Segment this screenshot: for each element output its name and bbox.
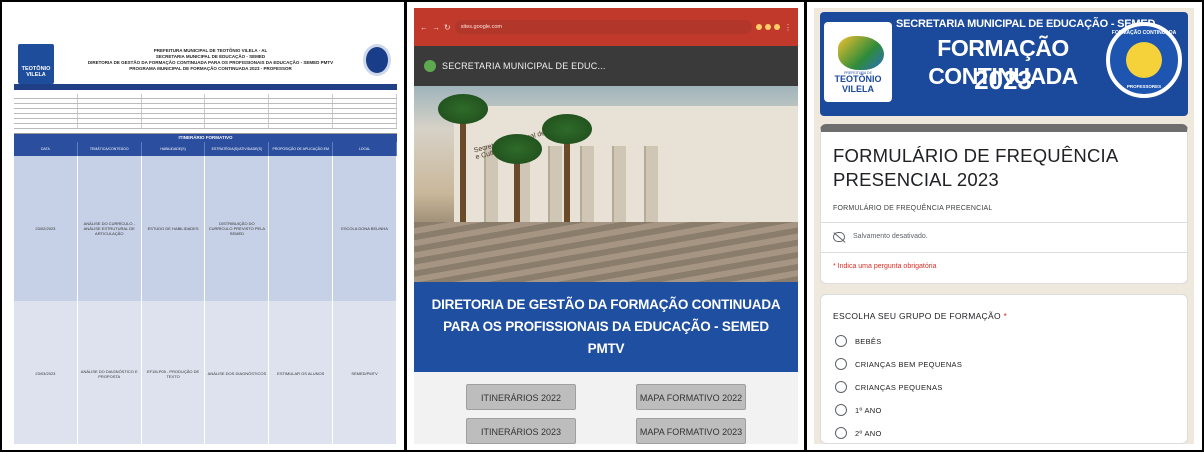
column-header: HABILIDADE(S) [142, 142, 206, 156]
radio-button[interactable] [835, 404, 847, 416]
seal-text-bottom: PROFESSORES [1126, 84, 1162, 89]
address-bar[interactable]: sites.google.com [454, 20, 752, 34]
table-cell: ANÁLISE DOS DIAGNÓSTICOS [205, 301, 270, 444]
button-area: ITINERÁRIOS 2022 MAPA FORMATIVO 2022 ITI… [414, 372, 798, 444]
table-cell: ESCOLA DONA BELINHA [333, 156, 397, 301]
building-photo: Secretaria Municipal de Educação e Cultu… [414, 86, 798, 282]
option-label: CRIANÇAS PEQUENAS [855, 382, 943, 392]
formacao-seal-icon: FORMAÇÃO CONTINUADA PROFESSORES [1106, 22, 1182, 98]
divider-right [804, 0, 807, 452]
itinerarios-2022-button[interactable]: ITINERÁRIOS 2022 [466, 384, 576, 410]
site-header: SECRETARIA MUNICIPAL DE EDUC... [414, 46, 798, 86]
sheet-title-line: PROGRAMA MUNICIPAL DE FORMAÇÃO CONTINUAD… [129, 66, 292, 71]
column-header: PROPOSIÇÃO DE APLICAÇÃO EM SALA [269, 142, 334, 165]
option-label: CRIANÇAS BEM PEQUENAS [855, 359, 963, 369]
column-header: DATA [14, 142, 78, 156]
sheet-title-bar [14, 84, 397, 90]
table-cell: 23/03/2023 [14, 301, 78, 444]
radio-option[interactable]: CRIANÇAS BEM PEQUENAS [835, 358, 962, 370]
table-row: 23/02/2023 ANÁLISE DO CURRÍCULO - ANÁLIS… [14, 156, 397, 301]
table-cell: EF15LP05 - PRODUÇÃO DE TEXTO [142, 301, 206, 444]
table-cell: ANÁLISE DO DIAGNÓSTICO E PROPOSTA [78, 301, 142, 444]
radio-option[interactable]: 1º ANO [835, 404, 882, 416]
table-row: 23/03/2023 ANÁLISE DO DIAGNÓSTICO E PROP… [14, 301, 397, 444]
seal-text-top: FORMAÇÃO CONTINUADA [1111, 30, 1177, 36]
radio-option[interactable]: BEBÊS [835, 335, 882, 347]
radio-option[interactable]: CRIANÇAS PEQUENAS [835, 381, 943, 393]
table-cell: ANÁLISE DO CURRÍCULO - ANÁLISE ESTRUTURA… [78, 156, 142, 301]
browser-toolbar: ← → ↻ sites.google.com ⋮ [414, 8, 798, 46]
cloud-off-icon [833, 232, 845, 242]
itinerarios-2023-button[interactable]: ITINERÁRIOS 2023 [466, 418, 576, 444]
table-cell: 23/02/2023 [14, 156, 78, 301]
reload-icon[interactable]: ↻ [444, 23, 451, 32]
itinerary-header: ITINERÁRIO FORMATIVO [14, 134, 397, 142]
option-label: 2º ANO [855, 428, 882, 438]
radio-option[interactable]: 2º ANO [835, 427, 882, 439]
radio-button[interactable] [835, 381, 847, 393]
column-header: TEMÁTICA/CONTEÚDO [78, 142, 142, 156]
column-header: LOCAL [333, 142, 397, 156]
save-status: Salvamento desativado. [853, 233, 928, 240]
table-cell: SEMED/PMTV [333, 301, 397, 444]
extensions-icons[interactable] [756, 24, 780, 30]
question-title: ESCOLHA SEU GRUPO DE FORMAÇÃO * [833, 311, 1008, 321]
form-title: FORMULÁRIO DE FREQUÊNCIA PRESENCIAL 2023 [833, 145, 1118, 190]
banner-text: DIRETORIA DE GESTÃO DA FORMAÇÃO CONTINUA… [431, 297, 781, 356]
question-card: ESCOLHA SEU GRUPO DE FORMAÇÃO * BEBÊS CR… [820, 294, 1188, 444]
municipal-seal-icon [363, 44, 391, 76]
form-header-banner: PREFEITURA DE TEOTÔNIO VILELA SECRETARIA… [820, 12, 1188, 116]
column-header: ESTRATÉGIA(S)/ATIVIDADE(S) [205, 142, 270, 156]
form-panel: PREFEITURA DE TEOTÔNIO VILELA SECRETARIA… [814, 8, 1194, 444]
form-description: FORMULÁRIO DE FREQUÊNCIA PRECENCIAL [833, 205, 993, 212]
spreadsheet-panel: TEOTÔNIO VILELA PREFEITURA MUNICIPAL DE … [14, 8, 397, 444]
required-asterisk: * [1003, 311, 1008, 321]
site-logo-icon [424, 60, 436, 72]
back-arrow-icon[interactable]: ← [420, 23, 428, 32]
radio-button[interactable] [835, 335, 847, 347]
table-header: DATA TEMÁTICA/CONTEÚDO HABILIDADE(S) EST… [14, 142, 397, 165]
sheet-info-grid [14, 94, 397, 129]
sheet-title: PREFEITURA MUNICIPAL DE TEOTÔNIO VILELA … [64, 48, 357, 72]
menu-icon[interactable]: ⋮ [784, 23, 792, 32]
site-title[interactable]: SECRETARIA MUNICIPAL DE EDUC... [442, 61, 606, 71]
mapa-formativo-2022-button[interactable]: MAPA FORMATIVO 2022 [636, 384, 746, 410]
mapa-formativo-2023-button[interactable]: MAPA FORMATIVO 2023 [636, 418, 746, 444]
table-cell: DISTRIBUIÇÃO DO CURRÍCULO PREVISTO PELA … [205, 156, 270, 301]
bird-logo-icon [838, 36, 884, 70]
table-body: 23/02/2023 ANÁLISE DO CURRÍCULO - ANÁLIS… [14, 156, 397, 444]
table-cell: ESTUDO DE HABILIDADES [142, 156, 206, 301]
radio-button[interactable] [835, 358, 847, 370]
option-label: BEBÊS [855, 336, 882, 346]
forward-arrow-icon[interactable]: → [432, 23, 440, 32]
directorate-banner: DIRETORIA DE GESTÃO DA FORMAÇÃO CONTINUA… [414, 282, 798, 372]
prefeitura-logo: PREFEITURA DE TEOTÔNIO VILELA [824, 22, 892, 102]
divider-left [404, 0, 407, 452]
sheet-header: TEOTÔNIO VILELA PREFEITURA MUNICIPAL DE … [14, 8, 397, 134]
banner-secretaria: SECRETARIA MUNICIPAL DE EDUCAÇÃO - SEMED [896, 18, 1156, 30]
option-label: 1º ANO [855, 405, 882, 415]
required-note: * Indica uma pergunta obrigatória [833, 263, 937, 270]
table-cell [269, 156, 334, 301]
radio-button[interactable] [835, 427, 847, 439]
form-title-card: FORMULÁRIO DE FREQUÊNCIA PRESENCIAL 2023… [820, 124, 1188, 284]
table-cell: ESTIMULAR OS ALUNOS [269, 301, 334, 444]
teotonio-vilela-logo: TEOTÔNIO VILELA [18, 44, 54, 84]
banner-year: 2023 [974, 65, 1032, 95]
website-panel: ← → ↻ sites.google.com ⋮ SECRETARIA MUNI… [414, 8, 798, 444]
logo-name: TEOTÔNIO VILELA [834, 74, 882, 94]
